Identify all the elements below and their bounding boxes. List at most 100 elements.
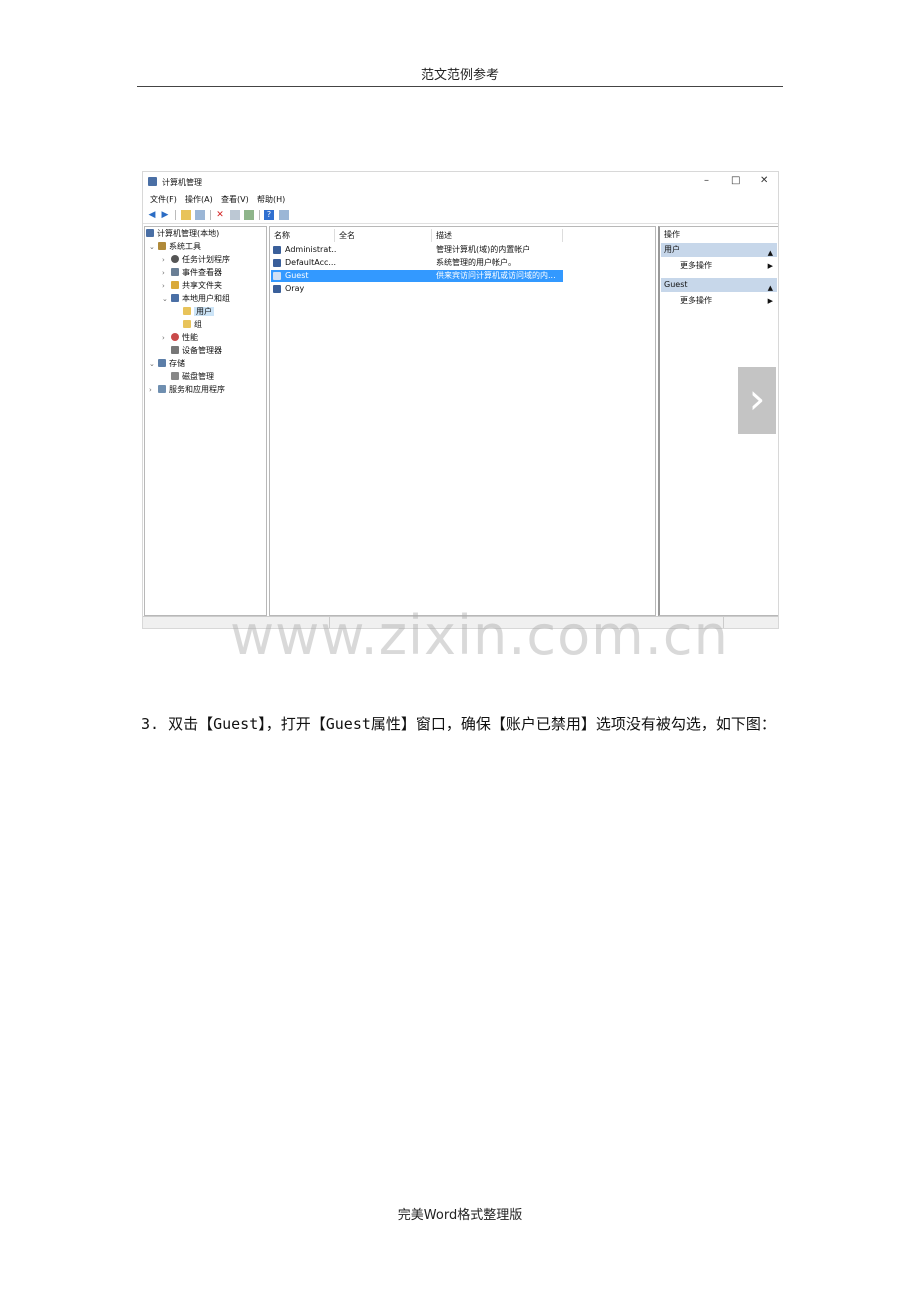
back-icon[interactable]: ◀ (147, 210, 157, 220)
user-row-defaultaccount[interactable]: DefaultAcc... 系统管理的用户帐户。 (271, 257, 563, 269)
title-bar: 计算机管理 – □ ✕ (143, 172, 778, 192)
chevron-right-icon[interactable]: › (162, 280, 171, 292)
user-name: Oray (285, 284, 305, 293)
maximize-button[interactable]: □ (731, 175, 740, 186)
close-button[interactable]: ✕ (760, 175, 768, 186)
user-row-oray[interactable]: Oray (271, 283, 563, 295)
column-divider[interactable] (431, 229, 432, 242)
disk-icon (171, 372, 179, 380)
toolbar: ◀ ▶ ✕ ? (143, 207, 778, 224)
column-header-fullname[interactable]: 全名 (339, 230, 355, 242)
tools-icon (158, 242, 166, 250)
help-icon[interactable]: ? (264, 210, 274, 220)
tree-item-task-scheduler[interactable]: › 任务计划程序 (162, 254, 230, 266)
tree-item-storage[interactable]: ⌄ 存储 (149, 358, 185, 370)
menu-view[interactable]: 查看(V) (221, 194, 249, 205)
action-pane-icon[interactable] (279, 210, 289, 220)
user-row-administrator[interactable]: Administrat... 管理计算机(域)的内置帐户 (271, 244, 563, 256)
show-hide-tree-icon[interactable] (195, 210, 205, 220)
more-actions-guest[interactable]: 更多操作 ▶ (680, 295, 777, 307)
menu-bar: 文件(F) 操作(A) 查看(V) 帮助(H) (143, 192, 778, 207)
header-rule (137, 86, 783, 87)
user-icon (273, 246, 281, 254)
minimize-button[interactable]: – (704, 175, 709, 186)
next-image-button[interactable]: › (738, 367, 776, 434)
section-title: 用户 (664, 245, 680, 254)
column-divider[interactable] (334, 229, 335, 242)
properties-icon[interactable] (230, 210, 240, 220)
chevron-right-icon[interactable]: › (162, 254, 171, 266)
more-actions-users[interactable]: 更多操作 ▶ (680, 260, 777, 272)
computer-management-icon (148, 177, 157, 186)
user-name: Guest (285, 271, 309, 280)
tree-item-root[interactable]: 计算机管理(本地) (146, 228, 219, 240)
tree-item-shared-folders[interactable]: › 共享文件夹 (162, 280, 222, 292)
toolbar-separator (259, 210, 260, 220)
section-title: Guest (664, 280, 688, 289)
tree-item-users[interactable]: 用户 (183, 306, 214, 318)
storage-icon (158, 359, 166, 367)
delete-icon[interactable]: ✕ (215, 210, 225, 220)
menu-file[interactable]: 文件(F) (150, 194, 177, 205)
user-icon (273, 259, 281, 267)
shared-folder-icon (171, 281, 179, 289)
up-folder-icon[interactable] (181, 210, 191, 220)
chevron-right-icon[interactable]: › (149, 384, 158, 396)
users-icon (171, 294, 179, 302)
column-divider[interactable] (562, 229, 563, 242)
page-footer: 完美Word格式整理版 (397, 1208, 523, 1223)
user-icon (273, 272, 281, 280)
computer-management-screenshot: 计算机管理 – □ ✕ 文件(F) 操作(A) 查看(V) 帮助(H) ◀ ▶ … (142, 171, 779, 629)
chevron-down-icon[interactable]: ⌄ (149, 358, 158, 370)
page-header: 范文范例参考 (420, 68, 499, 83)
submenu-arrow-icon: ▶ (767, 262, 773, 270)
services-icon (158, 385, 166, 393)
user-description: 系统管理的用户帐户。 (436, 258, 516, 267)
column-header-description[interactable]: 描述 (436, 230, 452, 242)
tree-item-services-apps[interactable]: › 服务和应用程序 (149, 384, 225, 396)
actions-section-users[interactable]: 用户 ▲ (661, 243, 777, 257)
toolbar-separator (175, 210, 176, 220)
tree-item-event-viewer[interactable]: › 事件查看器 (162, 267, 222, 279)
tree-item-device-manager[interactable]: 设备管理器 (171, 345, 222, 357)
step-3-text: 3. 双击【Guest】，打开【Guest属性】窗口，确保【账户已禁用】选项没有… (141, 715, 776, 733)
folder-icon (183, 320, 191, 328)
user-icon (273, 285, 281, 293)
menu-help[interactable]: 帮助(H) (257, 194, 285, 205)
more-actions-label: 更多操作 (680, 261, 712, 270)
more-actions-label: 更多操作 (680, 296, 712, 305)
forward-icon[interactable]: ▶ (160, 210, 170, 220)
tree-item-system-tools[interactable]: ⌄ 系统工具 (149, 241, 201, 253)
user-name: DefaultAcc... (285, 258, 336, 267)
user-description: 管理计算机(域)的内置帐户 (436, 245, 531, 254)
device-manager-icon (171, 346, 179, 354)
tree-item-groups[interactable]: 组 (183, 319, 202, 331)
chevron-right-icon[interactable]: › (162, 332, 171, 344)
performance-icon (171, 333, 179, 341)
navigation-tree: 计算机管理(本地) ⌄ 系统工具 › 任务计划程序 › 事件查看器 › 共享文件夹 ⌄ 本… (144, 226, 267, 616)
window-title: 计算机管理 (162, 178, 202, 187)
actions-header: 操作 (664, 230, 680, 239)
column-header-name[interactable]: 名称 (274, 230, 290, 242)
user-list-pane: 名称 全名 描述 Administrat... 管理计算机(域)的内置帐户 De… (269, 226, 656, 616)
actions-section-guest[interactable]: Guest ▲ (661, 278, 777, 292)
user-description: 供来宾访问计算机或访问域的内... (436, 271, 556, 280)
event-viewer-icon (171, 268, 179, 276)
watermark-text: www.zixin.com.cn (230, 604, 729, 667)
toolbar-separator (210, 210, 211, 220)
tree-item-disk-management[interactable]: 磁盘管理 (171, 371, 214, 383)
tree-item-local-users-groups[interactable]: ⌄ 本地用户和组 (162, 293, 230, 305)
user-row-guest[interactable]: Guest 供来宾访问计算机或访问域的内... (271, 270, 563, 282)
collapse-icon[interactable]: ▲ (768, 281, 773, 295)
collapse-icon[interactable]: ▲ (768, 246, 773, 260)
user-name: Administrat... (285, 245, 337, 254)
export-list-icon[interactable] (244, 210, 254, 220)
chevron-right-icon[interactable]: › (162, 267, 171, 279)
tree-item-performance[interactable]: › 性能 (162, 332, 198, 344)
chevron-down-icon[interactable]: ⌄ (162, 293, 171, 305)
computer-icon (146, 229, 154, 237)
menu-action[interactable]: 操作(A) (185, 194, 213, 205)
chevron-down-icon[interactable]: ⌄ (149, 241, 158, 253)
clock-icon (171, 255, 179, 263)
submenu-arrow-icon: ▶ (767, 297, 773, 305)
